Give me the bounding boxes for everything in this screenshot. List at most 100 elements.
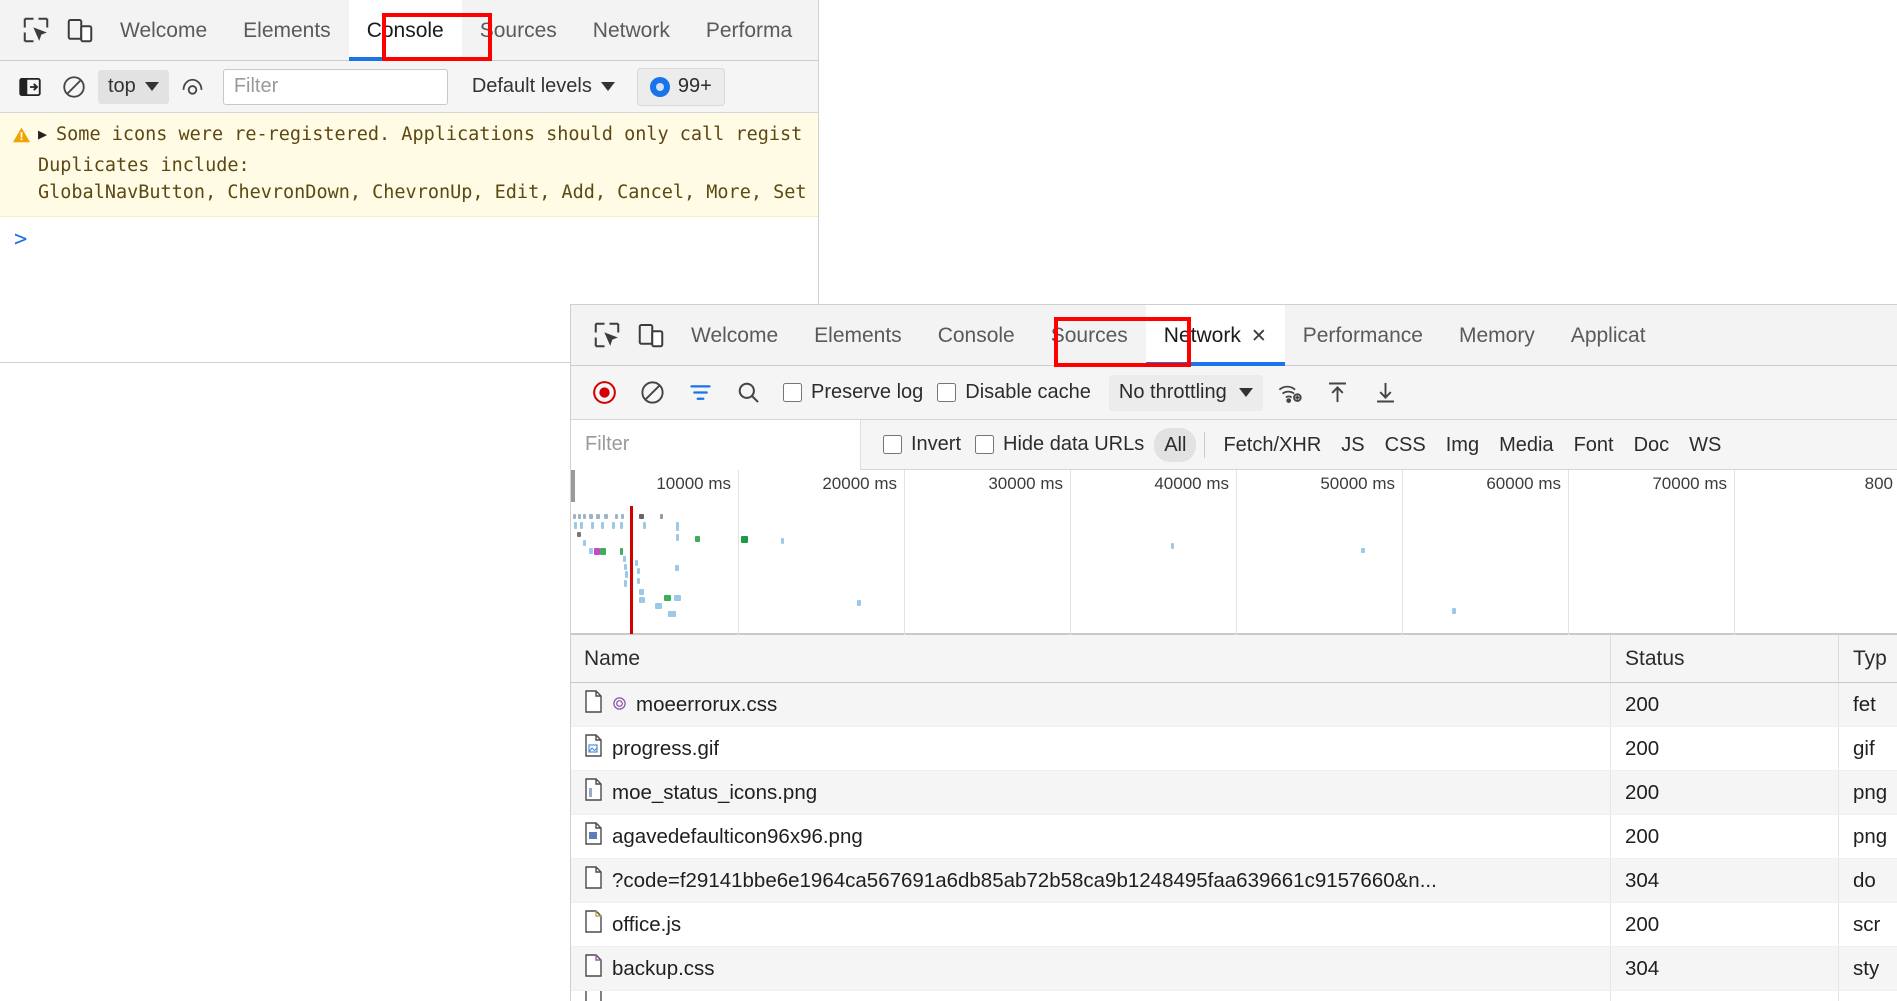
device-toolbar-icon[interactable]: [629, 313, 673, 357]
overview-left-handle[interactable]: [571, 470, 575, 502]
table-row[interactable]: moe_status_icons.png 200 png: [571, 771, 1897, 815]
disable-cache-checkbox[interactable]: Disable cache: [937, 381, 1091, 404]
table-row[interactable]: backup.css 304 sty: [571, 947, 1897, 991]
checkbox-box[interactable]: [975, 435, 994, 454]
overview-request-mark: [1452, 608, 1456, 614]
image-file-icon: [584, 778, 603, 807]
network-filter-input[interactable]: Filter: [571, 420, 861, 470]
request-name-cell[interactable]: agavedefaulticon96x96.png: [571, 815, 1611, 858]
filter-type-font[interactable]: Font: [1564, 428, 1624, 462]
overview-request-mark: [1171, 543, 1174, 549]
tab-sources[interactable]: Sources: [462, 0, 575, 61]
filter-type-ws[interactable]: WS: [1679, 428, 1731, 462]
filter-type-media[interactable]: Media: [1489, 428, 1563, 462]
overview-request-mark: [621, 514, 624, 519]
request-status-cell: [1611, 991, 1839, 1001]
table-row[interactable]: ?code=f29141bbe6e1964ca567691a6db85ab72b…: [571, 859, 1897, 903]
warning-text-line-3: GlobalNavButton, ChevronDown, ChevronUp,…: [12, 179, 818, 206]
log-levels-label: Default levels: [472, 75, 592, 98]
hide-data-urls-checkbox[interactable]: Hide data URLs: [975, 433, 1144, 456]
live-expression-icon[interactable]: [173, 67, 213, 107]
request-name-cell[interactable]: moeerrorux.css: [571, 683, 1611, 726]
request-status-cell: 304: [1611, 859, 1839, 902]
table-row-partial[interactable]: [571, 991, 1897, 1001]
filter-type-doc[interactable]: Doc: [1624, 428, 1680, 462]
column-header-status[interactable]: Status: [1611, 635, 1839, 682]
request-name-label: moe_status_icons.png: [612, 781, 817, 805]
overview-request-mark: [625, 571, 628, 578]
checkbox-box[interactable]: [883, 435, 902, 454]
table-row[interactable]: moeerrorux.css 200 fet: [571, 683, 1897, 727]
issues-counter-button[interactable]: 99+: [637, 68, 725, 106]
tab-console[interactable]: Console: [349, 0, 462, 61]
overview-request-mark: [655, 603, 662, 609]
table-row[interactable]: progress.gif 200 gif: [571, 727, 1897, 771]
tab-performance[interactable]: Performance: [1285, 305, 1441, 366]
disclosure-triangle-icon[interactable]: ▶: [38, 121, 47, 148]
clear-console-icon[interactable]: [54, 67, 94, 107]
inspect-element-icon[interactable]: [585, 313, 629, 357]
tab-elements[interactable]: Elements: [796, 305, 920, 366]
network-conditions-icon[interactable]: [1269, 372, 1311, 414]
table-row[interactable]: agavedefaulticon96x96.png 200 png: [571, 815, 1897, 859]
filter-type-fetch-xhr[interactable]: Fetch/XHR: [1213, 428, 1331, 462]
overview-request-mark: [574, 522, 577, 529]
filter-funnel-icon[interactable]: [679, 372, 721, 414]
overview-tick-label: 60000 ms: [1486, 474, 1568, 494]
request-name-cell[interactable]: office.js: [571, 903, 1611, 946]
overview-request-mark: [624, 580, 627, 587]
clear-requests-icon[interactable]: [631, 372, 673, 414]
export-har-icon[interactable]: [1365, 372, 1407, 414]
column-header-name[interactable]: Name: [571, 635, 1611, 682]
request-name-cell[interactable]: ?code=f29141bbe6e1964ca567691a6db85ab72b…: [571, 859, 1611, 902]
search-icon[interactable]: [727, 372, 769, 414]
console-sidebar-icon[interactable]: [10, 67, 50, 107]
image-file-icon: [584, 822, 603, 851]
tab-network[interactable]: Network: [575, 0, 688, 61]
overview-request-mark: [620, 522, 623, 529]
console-tab-bar: Welcome Elements Console Sources Network…: [0, 0, 818, 61]
issues-icon: [650, 77, 670, 97]
tab-network-label: Network: [1164, 324, 1241, 347]
request-name-cell[interactable]: progress.gif: [571, 727, 1611, 770]
console-warning-message[interactable]: ▶ Some icons were re-registered. Applica…: [0, 113, 818, 217]
execution-context-selector[interactable]: top: [98, 70, 169, 104]
filter-type-img[interactable]: Img: [1436, 428, 1489, 462]
table-row[interactable]: office.js 200 scr: [571, 903, 1897, 947]
checkbox-box[interactable]: [937, 383, 956, 402]
tab-welcome[interactable]: Welcome: [673, 305, 796, 366]
console-prompt[interactable]: >: [0, 217, 818, 252]
network-filter-bar: Filter Invert Hide data URLs All Fetch/X…: [571, 420, 1897, 470]
import-har-icon[interactable]: [1317, 372, 1359, 414]
throttling-selector[interactable]: No throttling: [1109, 375, 1263, 411]
tab-application[interactable]: Applicat: [1553, 305, 1664, 366]
inspect-element-icon[interactable]: [14, 8, 58, 52]
filter-type-css[interactable]: CSS: [1375, 428, 1436, 462]
overview-tick-label: 800: [1865, 474, 1897, 494]
request-name-cell[interactable]: [571, 991, 1611, 1001]
request-name-cell[interactable]: moe_status_icons.png: [571, 771, 1611, 814]
request-name-cell[interactable]: backup.css: [571, 947, 1611, 990]
device-toolbar-icon[interactable]: [58, 8, 102, 52]
tab-sources[interactable]: Sources: [1033, 305, 1146, 366]
tab-elements[interactable]: Elements: [225, 0, 349, 61]
console-filter-input[interactable]: Filter: [223, 69, 448, 105]
tab-performance[interactable]: Performa: [688, 0, 810, 61]
network-tab-bar: Welcome Elements Console Sources Network…: [571, 305, 1897, 366]
preserve-log-checkbox[interactable]: Preserve log: [783, 381, 923, 404]
tab-console[interactable]: Console: [920, 305, 1033, 366]
tab-network[interactable]: Network ✕: [1146, 305, 1285, 366]
log-levels-selector[interactable]: Default levels: [472, 75, 615, 98]
invert-checkbox[interactable]: Invert: [883, 433, 961, 456]
network-overview-timeline[interactable]: 10000 ms 20000 ms 30000 ms 40000 ms 5000…: [571, 470, 1897, 635]
devtools-network-window: Welcome Elements Console Sources Network…: [570, 304, 1897, 1001]
filter-type-js[interactable]: JS: [1331, 428, 1374, 462]
overview-request-mark: [637, 578, 640, 584]
record-button-icon[interactable]: [583, 372, 625, 414]
column-header-type[interactable]: Typ: [1839, 635, 1897, 682]
tab-welcome[interactable]: Welcome: [102, 0, 225, 61]
filter-type-all[interactable]: All: [1154, 428, 1196, 462]
close-icon[interactable]: ✕: [1251, 326, 1267, 347]
checkbox-box[interactable]: [783, 383, 802, 402]
tab-memory[interactable]: Memory: [1441, 305, 1553, 366]
